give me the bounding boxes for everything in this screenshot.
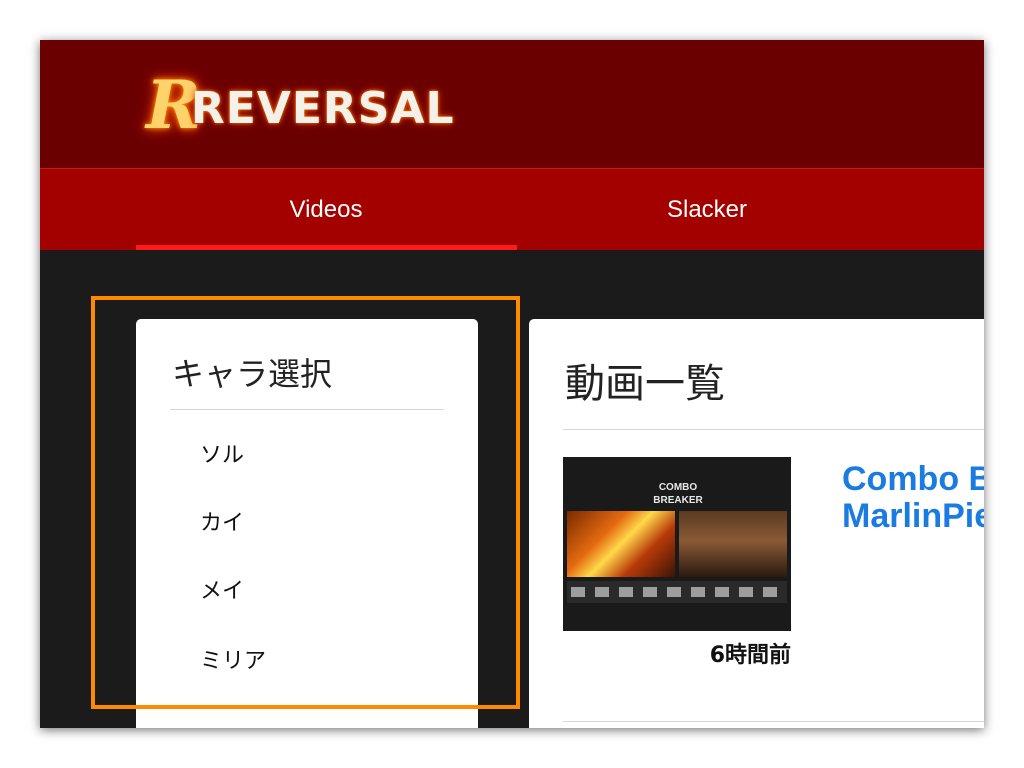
content-area: キャラ選択 ソル カイ メイ ミリア 動画一覧 COMBO BREAKER 6時… bbox=[40, 250, 984, 728]
character-item-sol[interactable]: ソル bbox=[200, 437, 244, 469]
tab-videos[interactable]: Videos bbox=[136, 169, 516, 251]
video-list-panel: 動画一覧 COMBO BREAKER 6時間前 Combo B MarlinPi… bbox=[529, 319, 984, 728]
app-window: R REVERSAL Videos Slacker キャラ選択 ソル カイ メイ… bbox=[40, 40, 984, 728]
divider bbox=[563, 429, 984, 430]
divider bbox=[563, 721, 984, 722]
divider bbox=[170, 409, 444, 410]
nav-bar: Videos Slacker bbox=[40, 168, 984, 250]
logo-text: REVERSAL bbox=[190, 83, 455, 134]
combo-breaker-logo: COMBO BREAKER bbox=[653, 482, 703, 506]
character-item-millia[interactable]: ミリア bbox=[200, 643, 266, 675]
video-list-title: 動画一覧 bbox=[565, 361, 725, 407]
video-title-link[interactable]: Combo B MarlinPie bbox=[842, 461, 984, 535]
character-item-ky[interactable]: カイ bbox=[200, 505, 244, 537]
video-title-line: Combo B bbox=[842, 460, 984, 498]
video-thumbnail[interactable]: COMBO BREAKER bbox=[563, 457, 791, 631]
site-header: R REVERSAL bbox=[40, 40, 984, 168]
tab-slacker[interactable]: Slacker bbox=[517, 169, 897, 251]
character-select-title: キャラ選択 bbox=[172, 355, 333, 393]
game-footage bbox=[567, 511, 675, 577]
sponsor-logos bbox=[571, 587, 783, 597]
video-timestamp: 6時間前 bbox=[709, 643, 791, 668]
reversal-logo[interactable]: R REVERSAL bbox=[146, 62, 454, 144]
player-cam bbox=[679, 511, 787, 577]
character-item-may[interactable]: メイ bbox=[200, 573, 244, 605]
character-select-panel: キャラ選択 ソル カイ メイ ミリア bbox=[136, 319, 478, 728]
video-title-line: MarlinPie bbox=[842, 497, 984, 535]
